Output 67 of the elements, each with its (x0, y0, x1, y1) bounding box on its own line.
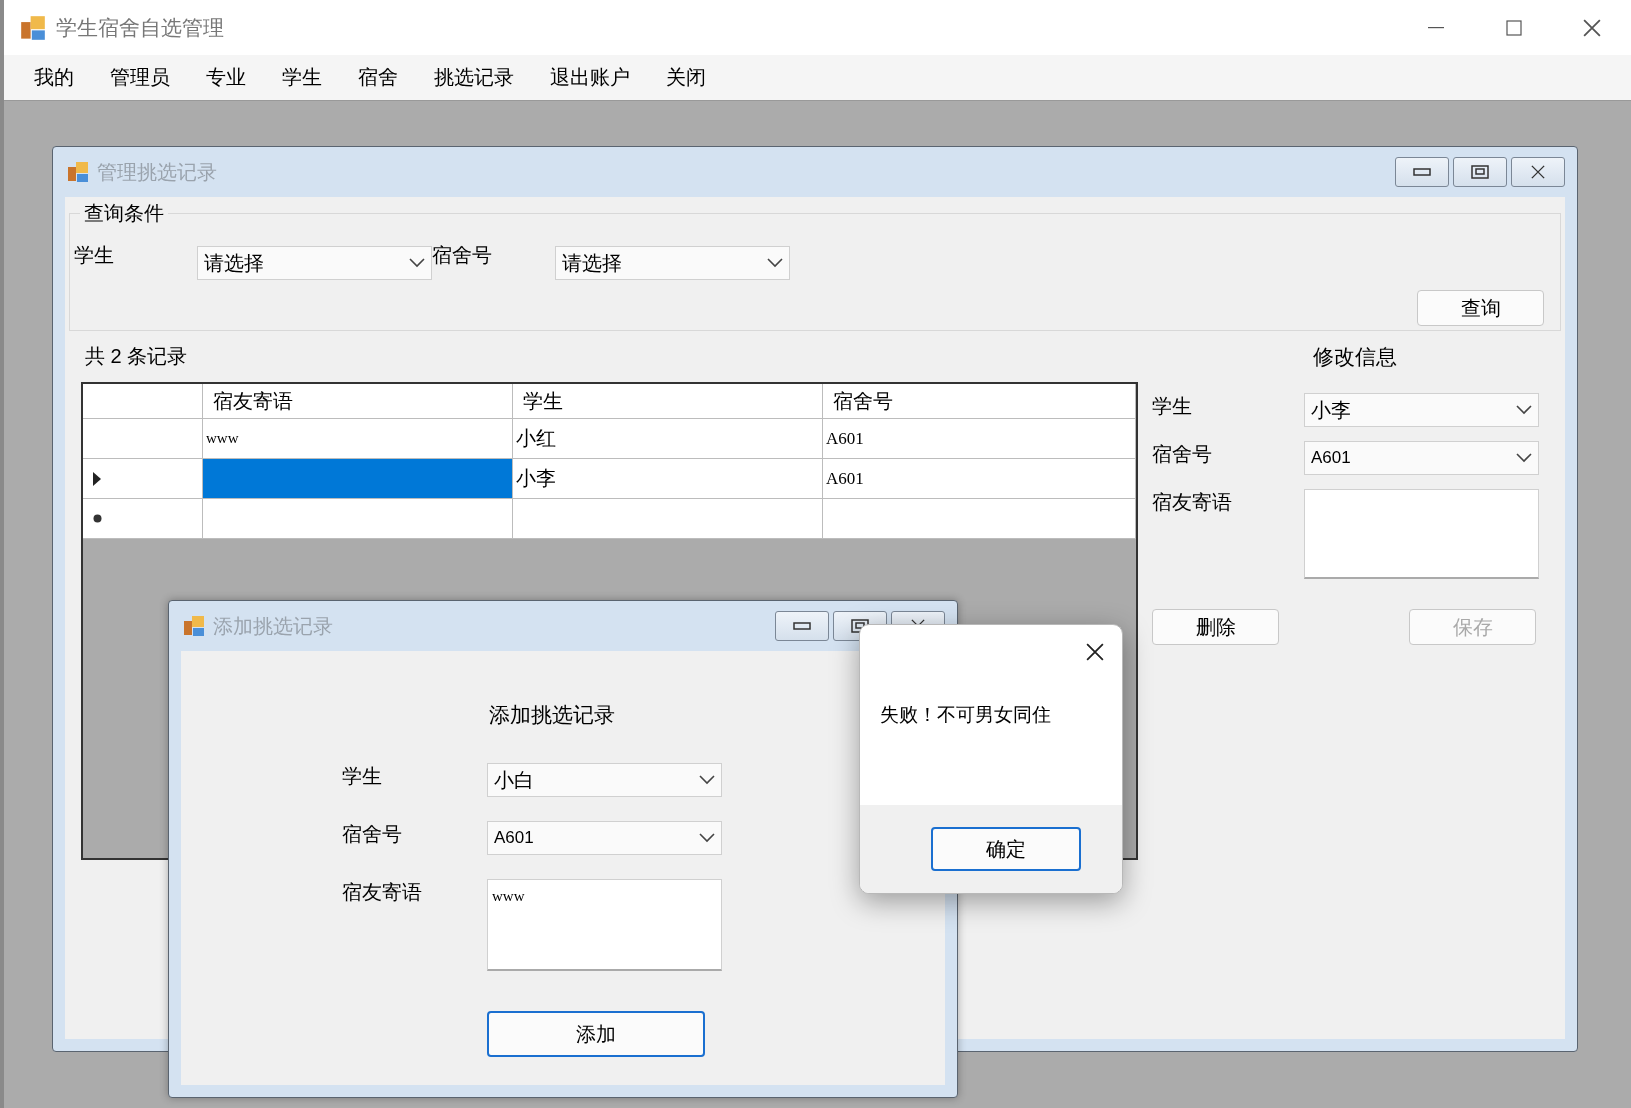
close-icon (1086, 643, 1104, 661)
field-label: 宿舍号 (342, 822, 403, 847)
dropdown[interactable]: 小李 (1304, 393, 1539, 427)
dropdown[interactable]: A601 (487, 821, 722, 855)
minimize-button[interactable] (775, 611, 829, 641)
chevron-down-icon (1516, 405, 1532, 415)
menu-item[interactable]: 我的 (16, 58, 92, 97)
minimize-icon (1413, 167, 1431, 177)
action-button[interactable]: 删除 (1152, 609, 1279, 645)
minimize-button[interactable] (1395, 157, 1449, 187)
field-label: 学生 (1152, 394, 1193, 419)
dropdown[interactable]: A601 (1304, 441, 1539, 475)
column-header[interactable]: 宿舍号 (823, 384, 1136, 419)
dropdown[interactable]: 小白 (487, 763, 722, 797)
menu-item[interactable]: 专业 (188, 58, 264, 97)
text-area[interactable]: www (487, 879, 722, 971)
window-title: 学生宿舍自选管理 (56, 14, 224, 41)
menu-item[interactable]: 管理员 (92, 58, 188, 97)
menu-item[interactable]: 宿舍 (340, 58, 416, 97)
chevron-down-icon (699, 833, 715, 843)
chevron-down-icon (1516, 453, 1532, 463)
query-button[interactable]: 查询 (1417, 290, 1544, 326)
app-icon (20, 14, 46, 41)
field-label: 学生 (74, 243, 115, 268)
current-row-icon (93, 471, 101, 486)
app-icon (183, 615, 205, 637)
form-heading: 添加挑选记录 (489, 702, 615, 728)
table-cell: A601 (823, 459, 1136, 499)
menu-item[interactable]: 退出账户 (532, 58, 648, 97)
field-label: 宿友寄语 (1152, 490, 1233, 515)
row-header-cell[interactable] (83, 419, 203, 459)
close-icon (1531, 165, 1545, 179)
column-header[interactable]: 宿友寄语 (203, 384, 513, 419)
menu-item[interactable]: 学生 (264, 58, 340, 97)
dropdown[interactable]: 请选择 (555, 246, 790, 280)
ok-button[interactable]: 确定 (931, 827, 1081, 871)
row-header-cell[interactable] (83, 499, 203, 539)
panel-title: 修改信息 (1313, 344, 1397, 370)
table-cell: 小红 (513, 419, 823, 459)
maximize-icon (1506, 19, 1522, 36)
table-cell: A601 (823, 419, 1136, 459)
chevron-down-icon (767, 258, 783, 268)
minimize-icon (793, 621, 811, 631)
add-button[interactable]: 添加 (487, 1011, 705, 1057)
chevron-down-icon (409, 258, 425, 268)
chevron-down-icon (699, 775, 715, 785)
minimize-icon (1428, 26, 1444, 29)
maximize-button[interactable] (1453, 157, 1507, 187)
record-count: 共 2 条记录 (84, 344, 189, 369)
child-window-title: 管理挑选记录 (97, 159, 217, 185)
text-area[interactable] (1304, 489, 1539, 579)
field-label: 学生 (342, 764, 383, 789)
table-cell: 小李 (513, 459, 823, 499)
menu-item[interactable]: 挑选记录 (416, 58, 532, 97)
close-icon (1583, 18, 1601, 37)
column-header[interactable]: 学生 (513, 384, 823, 419)
dialog-title: 添加挑选记录 (213, 613, 333, 639)
maximize-icon (1471, 165, 1489, 179)
field-label: 宿友寄语 (342, 880, 423, 905)
field-label: 宿舍号 (432, 243, 493, 268)
message-text: 失败！不可男女同住 (880, 703, 1051, 727)
dropdown[interactable]: 请选择 (197, 246, 432, 280)
table-cell: www (203, 419, 513, 459)
menu-item[interactable]: 关闭 (648, 58, 724, 97)
row-header-cell[interactable] (83, 459, 203, 499)
field-label: 宿舍号 (1152, 442, 1213, 467)
app-icon (67, 161, 89, 183)
